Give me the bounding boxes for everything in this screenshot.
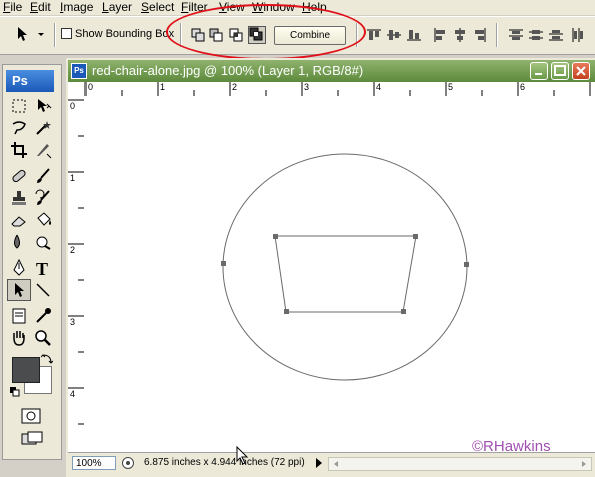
svg-text:T: T xyxy=(36,259,48,278)
menu-window[interactable]: Window xyxy=(252,0,295,15)
menu-edit[interactable]: Edit xyxy=(30,0,51,15)
maximize-button[interactable] xyxy=(551,62,569,80)
menu-layer[interactable]: Layer xyxy=(102,0,132,15)
menu-view[interactable]: View xyxy=(219,0,245,15)
notes-tool-icon[interactable] xyxy=(9,306,29,326)
magic-wand-tool-icon[interactable] xyxy=(33,118,53,138)
distribute-left-edges-icon[interactable] xyxy=(570,27,586,43)
tool-preset-chevron-down-icon[interactable] xyxy=(36,26,46,42)
show-bounding-box-label: Show Bounding Box xyxy=(75,28,175,40)
ruler-label: 2 xyxy=(70,245,76,255)
align-right-edges-icon[interactable] xyxy=(472,27,488,43)
anchor-point xyxy=(413,234,418,239)
minimize-button[interactable] xyxy=(530,62,548,80)
ruler-label: 3 xyxy=(304,82,310,92)
options-bar: Show Bounding Box Combine xyxy=(0,16,595,55)
canvas[interactable] xyxy=(84,96,595,452)
scroll-right-arrow-icon[interactable] xyxy=(579,459,589,469)
paint-bucket-tool-icon[interactable] xyxy=(33,210,53,230)
align-left-edges-icon[interactable] xyxy=(432,27,448,43)
swap-colors-icon[interactable] xyxy=(40,353,54,365)
intersect-shape-areas-icon[interactable] xyxy=(228,27,244,43)
align-bottom-edges-icon[interactable] xyxy=(406,27,422,43)
menu-bar: File Edit Image Layer Select Filter View… xyxy=(0,0,595,15)
screen-mode-icon[interactable] xyxy=(20,430,44,448)
document-ps-icon: Ps xyxy=(71,63,87,79)
ruler-label: 1 xyxy=(70,173,76,183)
anchor-point xyxy=(284,309,289,314)
ruler-label: 0 xyxy=(88,82,94,92)
default-colors-icon[interactable] xyxy=(10,387,20,397)
ellipse-path xyxy=(222,153,468,381)
path-selection-tool-icon[interactable] xyxy=(7,279,31,301)
ruler-label: 1 xyxy=(160,82,166,92)
anchor-point xyxy=(401,309,406,314)
slice-tool-icon[interactable] xyxy=(33,140,53,160)
align-top-edges-icon[interactable] xyxy=(366,27,382,43)
menu-select[interactable]: Select xyxy=(141,0,174,15)
eyedropper-tool-icon[interactable] xyxy=(33,306,53,326)
ruler-label: 6 xyxy=(520,82,526,92)
close-button[interactable] xyxy=(572,62,590,80)
subtract-from-shape-area-icon[interactable] xyxy=(208,27,224,43)
menu-filter[interactable]: Filter xyxy=(181,0,208,15)
menu-file[interactable]: File xyxy=(3,0,22,15)
add-to-shape-area-icon[interactable] xyxy=(190,27,206,43)
type-tool-icon[interactable]: T xyxy=(33,258,53,279)
photoshop-logo[interactable]: Ps xyxy=(6,70,54,92)
scroll-left-arrow-icon[interactable] xyxy=(331,459,341,469)
pen-tool-icon[interactable] xyxy=(9,258,29,278)
distribute-bottom-edges-icon[interactable] xyxy=(548,27,564,43)
quick-mask-mode-icon[interactable] xyxy=(20,407,42,425)
clone-stamp-tool-icon[interactable] xyxy=(9,188,29,208)
menu-image[interactable]: Image xyxy=(60,0,93,15)
status-info-icon[interactable] xyxy=(121,456,135,470)
dodge-tool-icon[interactable] xyxy=(33,232,53,252)
brush-tool-icon[interactable] xyxy=(33,166,53,186)
exclude-overlapping-shape-areas-icon[interactable] xyxy=(248,26,266,44)
crop-tool-icon[interactable] xyxy=(9,140,29,160)
document-title: red-chair-alone.jpg @ 100% (Layer 1, RGB… xyxy=(92,63,364,78)
zoom-level-field[interactable]: 100% xyxy=(72,456,116,470)
healing-brush-tool-icon[interactable] xyxy=(9,166,29,186)
menu-help[interactable]: Help xyxy=(302,0,327,15)
ruler-label: 3 xyxy=(70,317,76,327)
anchor-point xyxy=(273,234,278,239)
ruler-label: 5 xyxy=(448,82,454,92)
horizontal-ruler: 0 1 2 3 4 5 6 xyxy=(84,82,595,97)
distribute-top-edges-icon[interactable] xyxy=(508,27,524,43)
horizontal-scrollbar[interactable] xyxy=(328,457,592,471)
path-selection-tool-icon[interactable] xyxy=(14,26,30,42)
ruler-label: 4 xyxy=(376,82,382,92)
show-bounding-box-checkbox[interactable] xyxy=(61,28,72,39)
combine-button[interactable]: Combine xyxy=(274,26,346,45)
align-horizontal-centers-icon[interactable] xyxy=(452,27,468,43)
status-menu-arrow-icon[interactable] xyxy=(313,456,325,470)
ruler-corner[interactable] xyxy=(68,82,85,97)
distribute-vertical-centers-icon[interactable] xyxy=(528,27,544,43)
anchor-point xyxy=(221,261,226,266)
mouse-cursor-icon xyxy=(236,445,250,466)
lasso-tool-icon[interactable] xyxy=(9,118,29,138)
blur-tool-icon[interactable] xyxy=(9,232,29,252)
zoom-tool-icon[interactable] xyxy=(33,328,53,348)
trapezoid-path xyxy=(274,235,417,313)
line-tool-icon[interactable] xyxy=(33,280,53,300)
ruler-label: 4 xyxy=(70,389,76,399)
document-size-info: 6.875 inches x 4.944 inches (72 ppi) xyxy=(144,457,305,468)
history-brush-tool-icon[interactable] xyxy=(33,188,53,208)
hand-tool-icon[interactable] xyxy=(9,328,29,348)
vertical-ruler: 0 1 2 3 4 xyxy=(68,96,85,452)
anchor-point xyxy=(464,262,469,267)
align-vertical-centers-icon[interactable] xyxy=(386,27,402,43)
ruler-label: 0 xyxy=(70,101,76,111)
ruler-label: 2 xyxy=(232,82,238,92)
move-tool-icon[interactable] xyxy=(33,96,53,116)
rectangular-marquee-tool-icon[interactable] xyxy=(9,96,29,116)
foreground-color-swatch[interactable] xyxy=(12,357,40,383)
eraser-tool-icon[interactable] xyxy=(9,210,29,230)
